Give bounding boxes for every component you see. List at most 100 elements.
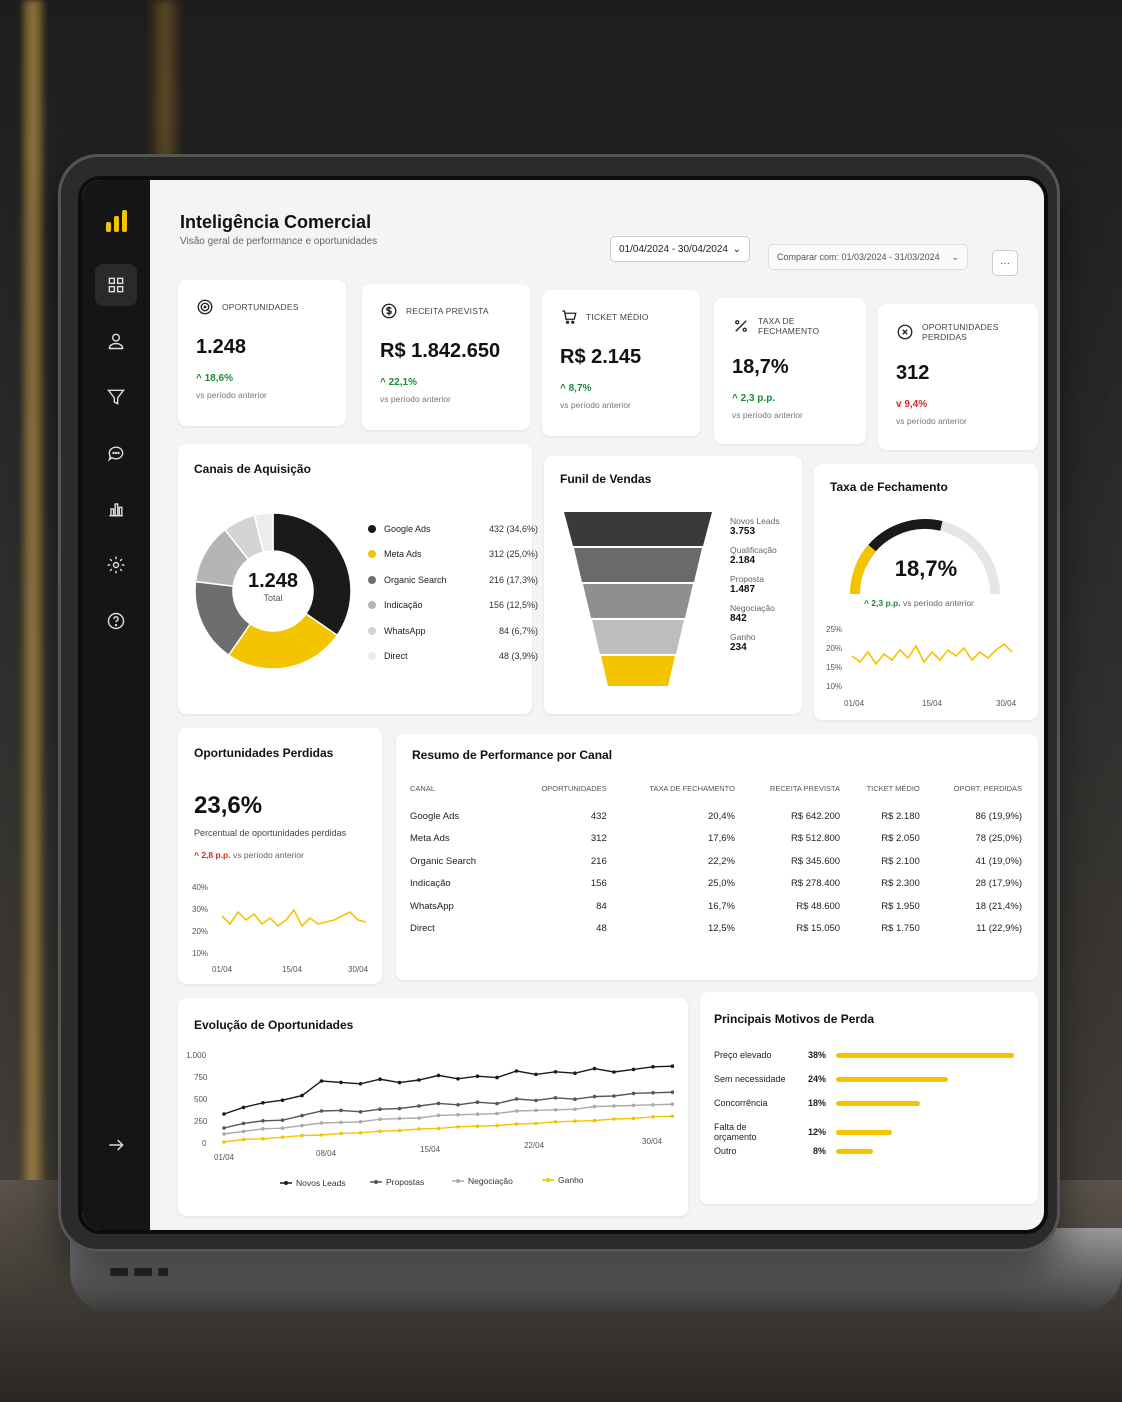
- table-cell: R$ 1.750: [881, 923, 920, 935]
- x-tick: 22/04: [524, 1141, 545, 1150]
- evolution-point: [397, 1106, 402, 1111]
- kpi-card-ticket[interactable]: TICKET MÉDIO R$ 2.145 ^ 8,7% vs período …: [542, 290, 700, 436]
- kpi-card-oportunidades[interactable]: OPORTUNIDADES 1.248 ^ 18,6% vs período a…: [178, 280, 346, 426]
- compare-period-select[interactable]: Comparar com: 01/03/2024 - 31/03/2024 ⌄: [768, 244, 968, 270]
- loss-reason-row[interactable]: Concorrência 18%: [714, 1098, 921, 1108]
- chat-icon[interactable]: [95, 432, 137, 474]
- column-header[interactable]: TAXA DE FECHAMENTO: [607, 784, 735, 805]
- loss-reason-bar: [836, 1100, 921, 1106]
- lost-description: Percentual de oportunidades perdidas: [194, 828, 347, 838]
- filter-icon[interactable]: [95, 376, 137, 418]
- close-rate-comparison: vs período anterior: [903, 598, 974, 608]
- help-icon[interactable]: [95, 600, 137, 642]
- kpi-label: RECEITA PREVISTA: [406, 306, 489, 316]
- bar-chart-icon[interactable]: [95, 488, 137, 530]
- evolution-point: [300, 1123, 304, 1128]
- y-tick: 30%: [192, 905, 208, 914]
- table-cell: 17,6%: [708, 833, 735, 845]
- evolution-point: [670, 1064, 674, 1068]
- user-icon[interactable]: [95, 320, 137, 362]
- funnel-stage-qualificacao[interactable]: [574, 548, 702, 582]
- x-tick: 15/04: [420, 1145, 441, 1154]
- evolution-point: [670, 1114, 674, 1118]
- funnel-stage-leads[interactable]: [564, 512, 712, 546]
- funnel-stage-proposta[interactable]: [583, 584, 693, 618]
- kpi-card-taxa[interactable]: TAXA DE FECHAMENTO 18,7% ^ 2,3 p.p. vs p…: [714, 298, 866, 444]
- evolution-card: Evolução de Oportunidades 1.000 750 500 …: [178, 998, 688, 1216]
- legend-item[interactable]: Organic Search 216 (17,3%): [368, 567, 538, 593]
- performance-table-card: Resumo de Performance por Canal CANAL OP…: [396, 734, 1038, 980]
- more-options-button[interactable]: ···: [992, 250, 1018, 276]
- bar-chart-logo-icon[interactable]: [105, 208, 127, 232]
- table-row[interactable]: Google Ads 432 20,4% R$ 642.200 R$ 2.180 86 (…: [410, 805, 1022, 828]
- column-header[interactable]: TICKET MÉDIO: [840, 784, 920, 805]
- funnel-stage-negociacao[interactable]: [592, 620, 684, 654]
- kpi-comparison: vs período anterior: [732, 410, 803, 420]
- column-header[interactable]: CANAL: [410, 784, 509, 805]
- loss-reason-row[interactable]: Outro 8%: [714, 1146, 874, 1156]
- compare-period-value: Comparar com: 01/03/2024 - 31/03/2024: [777, 252, 940, 262]
- table-row[interactable]: WhatsApp 84 16,7% R$ 48.600 R$ 1.950 18 (21,4…: [410, 895, 1022, 918]
- legend-label: Negociação: [468, 1176, 513, 1186]
- kpi-card-receita[interactable]: RECEITA PREVISTA R$ 1.842.650 ^ 22,1% vs…: [362, 284, 530, 430]
- close-rate-card: Taxa de Fechamento 18,7% ^ 2,3 p.p. vs p…: [814, 464, 1038, 720]
- table-cell: 216: [590, 855, 607, 867]
- evolution-point: [553, 1070, 558, 1074]
- loss-reason-row[interactable]: Preço elevado 38%: [714, 1050, 1014, 1060]
- table-cell: R$ 2.300: [881, 878, 920, 890]
- evolution-point: [514, 1109, 519, 1113]
- funnel-stage-ganho[interactable]: [601, 656, 675, 686]
- loss-reason-row[interactable]: Sem necessidade 24%: [714, 1074, 949, 1084]
- legend-item[interactable]: WhatsApp 84 (6,7%): [368, 618, 538, 644]
- table-row[interactable]: Meta Ads 312 17,6% R$ 512.800 R$ 2.050 78 (25…: [410, 828, 1022, 851]
- evolution-point: [534, 1098, 538, 1103]
- evolution-point: [456, 1103, 460, 1107]
- table-cell: Indicação: [410, 878, 451, 890]
- evolution-point: [378, 1117, 382, 1121]
- x-tick: 30/04: [348, 965, 369, 974]
- kpi-card-perdidas[interactable]: OPORTUNIDADES PERDIDAS 312 v 9,4% vs per…: [878, 304, 1038, 450]
- column-header[interactable]: RECEITA PREVISTA: [735, 784, 840, 805]
- evolution-point: [592, 1066, 597, 1071]
- legend-item[interactable]: Meta Ads 312 (25,0%): [368, 542, 538, 568]
- table-cell: 48: [596, 923, 607, 935]
- kpi-comparison: vs período anterior: [560, 400, 631, 410]
- legend-item[interactable]: Indicação 156 (12,5%): [368, 593, 538, 619]
- table-row[interactable]: Organic Search 216 22,2% R$ 345.600 R$ 2.100…: [410, 850, 1022, 873]
- y-tick: 250: [194, 1117, 208, 1126]
- channels-title: Canais de Aquisição: [194, 462, 311, 476]
- loss-reason-bar: [836, 1148, 874, 1154]
- funnel-label: Negociação: [730, 603, 775, 613]
- kpi-comparison: vs período anterior: [196, 390, 267, 400]
- table-cell: 86 (19,9%): [975, 810, 1022, 822]
- table-row[interactable]: Indicação 156 25,0% R$ 278.400 R$ 2.300 28 (1…: [410, 873, 1022, 896]
- evolution-point: [280, 1118, 285, 1122]
- date-range-picker[interactable]: 01/04/2024 - 30/04/2024 ⌄: [610, 236, 750, 262]
- evolution-point: [651, 1103, 655, 1107]
- table-cell: Direct: [410, 923, 435, 935]
- column-header[interactable]: OPORTUNIDADES: [509, 784, 606, 805]
- kpi-value: R$ 1.842.650: [380, 340, 501, 362]
- table-cell: 22,2%: [708, 855, 735, 867]
- evolution-point: [417, 1127, 421, 1131]
- grid-icon[interactable]: [95, 264, 137, 306]
- table-row[interactable]: Direct 48 12,5% R$ 15.050 R$ 1.750 11 (22,9%): [410, 918, 1022, 941]
- arrow-right-icon[interactable]: [95, 1124, 137, 1166]
- legend-item[interactable]: Google Ads 432 (34,6%): [368, 516, 538, 542]
- kpi-delta: 9,4%: [904, 399, 928, 410]
- column-header[interactable]: OPORT. PERDIDAS: [920, 784, 1022, 805]
- legend-item[interactable]: Direct 48 (3,9%): [368, 644, 538, 670]
- evolution-point: [612, 1094, 616, 1098]
- table-cell: R$ 48.600: [796, 900, 841, 912]
- evolution-point: [631, 1091, 636, 1096]
- funnel-value: 3.753: [730, 526, 756, 537]
- evolution-point: [358, 1131, 363, 1135]
- y-tick: 20%: [826, 644, 842, 653]
- x-tick: 15/04: [282, 965, 303, 974]
- channels-legend: Google Ads 432 (34,6%) Meta Ads 312 (25,0%…: [368, 516, 538, 669]
- evolution-point: [417, 1116, 421, 1120]
- loss-reason-row[interactable]: Falta de orçamento 12%: [714, 1122, 893, 1142]
- legend-label: Ganho: [558, 1175, 584, 1185]
- gear-icon[interactable]: [95, 544, 137, 586]
- kpi-value: 18,7%: [732, 356, 789, 378]
